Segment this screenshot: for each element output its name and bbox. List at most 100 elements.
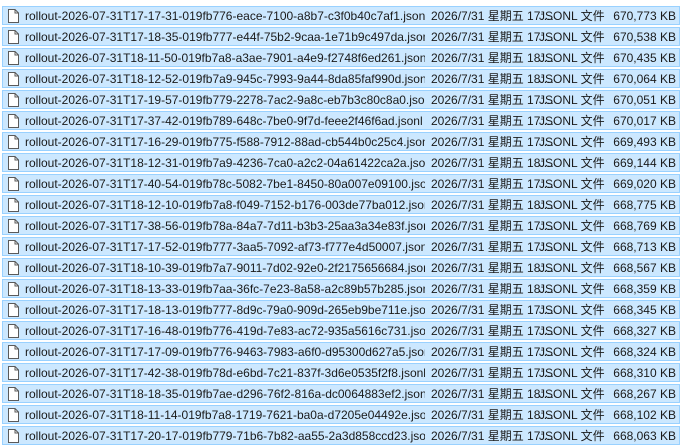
file-type: JSONL 文件 (539, 219, 605, 233)
file-name: rollout-2026-07-31T17-38-56-019fb78a-84a… (25, 218, 425, 233)
file-row[interactable]: rollout-2026-07-31T17-38-56-019fb78a-84a… (2, 216, 680, 235)
file-type: JSONL 文件 (539, 240, 605, 254)
file-size: 668,102 KB (613, 407, 676, 422)
file-date-modified: 2026/7/31 星期五 17:... (431, 135, 554, 149)
file-name: rollout-2026-07-31T17-18-35-019fb777-e44… (25, 29, 425, 44)
file-name: rollout-2026-07-31T18-11-50-019fb7a8-a3a… (25, 50, 425, 65)
file-row[interactable]: rollout-2026-07-31T18-10-39-019fb7a7-901… (2, 258, 680, 277)
file-name: rollout-2026-07-31T17-42-38-019fb78d-e6b… (25, 365, 425, 380)
file-name: rollout-2026-07-31T17-40-54-019fb78c-508… (25, 176, 425, 191)
file-size: 670,017 KB (613, 113, 676, 128)
file-name: rollout-2026-07-31T18-12-10-019fb7a8-f04… (25, 197, 425, 212)
file-row[interactable]: rollout-2026-07-31T17-17-52-019fb777-3aa… (2, 237, 680, 256)
file-size: 668,775 KB (613, 197, 676, 212)
file-row[interactable]: rollout-2026-07-31T17-17-09-019fb776-946… (2, 342, 680, 361)
file-date-modified: 2026/7/31 星期五 18:... (431, 51, 554, 65)
file-type: JSONL 文件 (539, 114, 605, 128)
file-size: 669,020 KB (613, 176, 676, 191)
file-size: 668,359 KB (613, 281, 676, 296)
file-date-modified: 2026/7/31 星期五 17:... (431, 345, 554, 359)
file-type: JSONL 文件 (539, 72, 605, 86)
document-icon (8, 344, 19, 359)
file-date-modified: 2026/7/31 星期五 17:... (431, 93, 554, 107)
file-name: rollout-2026-07-31T17-17-31-019fb776-eac… (25, 8, 425, 23)
file-row[interactable]: rollout-2026-07-31T17-18-35-019fb777-e44… (2, 27, 680, 46)
file-name: rollout-2026-07-31T18-10-39-019fb7a7-901… (25, 260, 425, 275)
document-icon (8, 281, 19, 296)
file-row[interactable]: rollout-2026-07-31T18-12-10-019fb7a8-f04… (2, 195, 680, 214)
file-row[interactable]: rollout-2026-07-31T17-40-54-019fb78c-508… (2, 174, 680, 193)
file-size: 670,538 KB (613, 29, 676, 44)
document-icon (8, 92, 19, 107)
file-row[interactable]: rollout-2026-07-31T18-12-52-019fb7a9-945… (2, 69, 680, 88)
file-date-modified: 2026/7/31 星期五 18:... (431, 72, 554, 86)
file-date-modified: 2026/7/31 星期五 17:... (431, 303, 554, 317)
file-date-modified: 2026/7/31 星期五 17:... (431, 9, 554, 23)
file-list: rollout-2026-07-31T17-17-31-019fb776-eac… (0, 0, 690, 447)
document-icon (8, 302, 19, 317)
file-type: JSONL 文件 (539, 30, 605, 44)
file-size: 669,144 KB (613, 155, 676, 170)
file-date-modified: 2026/7/31 星期五 17:... (431, 219, 554, 233)
file-row[interactable]: rollout-2026-07-31T18-11-14-019fb7a8-171… (2, 405, 680, 424)
file-size: 668,267 KB (613, 386, 676, 401)
file-row[interactable]: rollout-2026-07-31T18-13-33-019fb7aa-36f… (2, 279, 680, 298)
file-type: JSONL 文件 (539, 345, 605, 359)
file-date-modified: 2026/7/31 星期五 17:... (431, 240, 554, 254)
file-type: JSONL 文件 (539, 177, 605, 191)
file-row[interactable]: rollout-2026-07-31T18-18-35-019fb7ae-d29… (2, 384, 680, 403)
file-type: JSONL 文件 (539, 135, 605, 149)
file-date-modified: 2026/7/31 星期五 17:... (431, 177, 554, 191)
file-name: rollout-2026-07-31T17-16-29-019fb775-f58… (25, 134, 425, 149)
file-type: JSONL 文件 (539, 324, 605, 338)
file-row[interactable]: rollout-2026-07-31T18-12-31-019fb7a9-423… (2, 153, 680, 172)
document-icon (8, 134, 19, 149)
file-size: 668,063 KB (613, 428, 676, 443)
file-date-modified: 2026/7/31 星期五 17:... (431, 30, 554, 44)
document-icon (8, 428, 19, 443)
file-type: JSONL 文件 (539, 156, 605, 170)
file-size: 670,051 KB (613, 92, 676, 107)
file-row[interactable]: rollout-2026-07-31T17-17-31-019fb776-eac… (2, 6, 680, 25)
file-type: JSONL 文件 (539, 282, 605, 296)
file-name: rollout-2026-07-31T18-13-33-019fb7aa-36f… (25, 281, 425, 296)
document-icon (8, 155, 19, 170)
document-icon (8, 218, 19, 233)
document-icon (8, 239, 19, 254)
file-row[interactable]: rollout-2026-07-31T17-16-48-019fb776-419… (2, 321, 680, 340)
file-type: JSONL 文件 (539, 51, 605, 65)
file-name: rollout-2026-07-31T17-17-09-019fb776-946… (25, 344, 425, 359)
file-date-modified: 2026/7/31 星期五 18:... (431, 198, 554, 212)
file-type: JSONL 文件 (539, 303, 605, 317)
file-size: 668,324 KB (613, 344, 676, 359)
file-date-modified: 2026/7/31 星期五 18:... (431, 282, 554, 296)
file-type: JSONL 文件 (539, 198, 605, 212)
file-date-modified: 2026/7/31 星期五 17:... (431, 366, 554, 380)
document-icon (8, 386, 19, 401)
document-icon (8, 176, 19, 191)
file-row[interactable]: rollout-2026-07-31T17-20-17-019fb779-71b… (2, 426, 680, 445)
file-date-modified: 2026/7/31 星期五 18:... (431, 261, 554, 275)
file-size: 668,567 KB (613, 260, 676, 275)
file-row[interactable]: rollout-2026-07-31T17-37-42-019fb789-648… (2, 111, 680, 130)
document-icon (8, 365, 19, 380)
file-size: 670,773 KB (613, 8, 676, 23)
document-icon (8, 323, 19, 338)
file-size: 670,064 KB (613, 71, 676, 86)
file-type: JSONL 文件 (539, 408, 605, 422)
file-row[interactable]: rollout-2026-07-31T17-42-38-019fb78d-e6b… (2, 363, 680, 382)
document-icon (8, 260, 19, 275)
file-name: rollout-2026-07-31T17-19-57-019fb779-227… (25, 92, 425, 107)
file-size: 668,327 KB (613, 323, 676, 338)
file-row[interactable]: rollout-2026-07-31T17-19-57-019fb779-227… (2, 90, 680, 109)
file-row[interactable]: rollout-2026-07-31T17-18-13-019fb777-8d9… (2, 300, 680, 319)
file-size: 668,345 KB (613, 302, 676, 317)
file-size: 668,769 KB (613, 218, 676, 233)
file-date-modified: 2026/7/31 星期五 18:... (431, 408, 554, 422)
document-icon (8, 113, 19, 128)
file-name: rollout-2026-07-31T17-18-13-019fb777-8d9… (25, 302, 425, 317)
file-row[interactable]: rollout-2026-07-31T18-11-50-019fb7a8-a3a… (2, 48, 680, 67)
file-date-modified: 2026/7/31 星期五 18:... (431, 156, 554, 170)
file-type: JSONL 文件 (539, 9, 605, 23)
file-row[interactable]: rollout-2026-07-31T17-16-29-019fb775-f58… (2, 132, 680, 151)
